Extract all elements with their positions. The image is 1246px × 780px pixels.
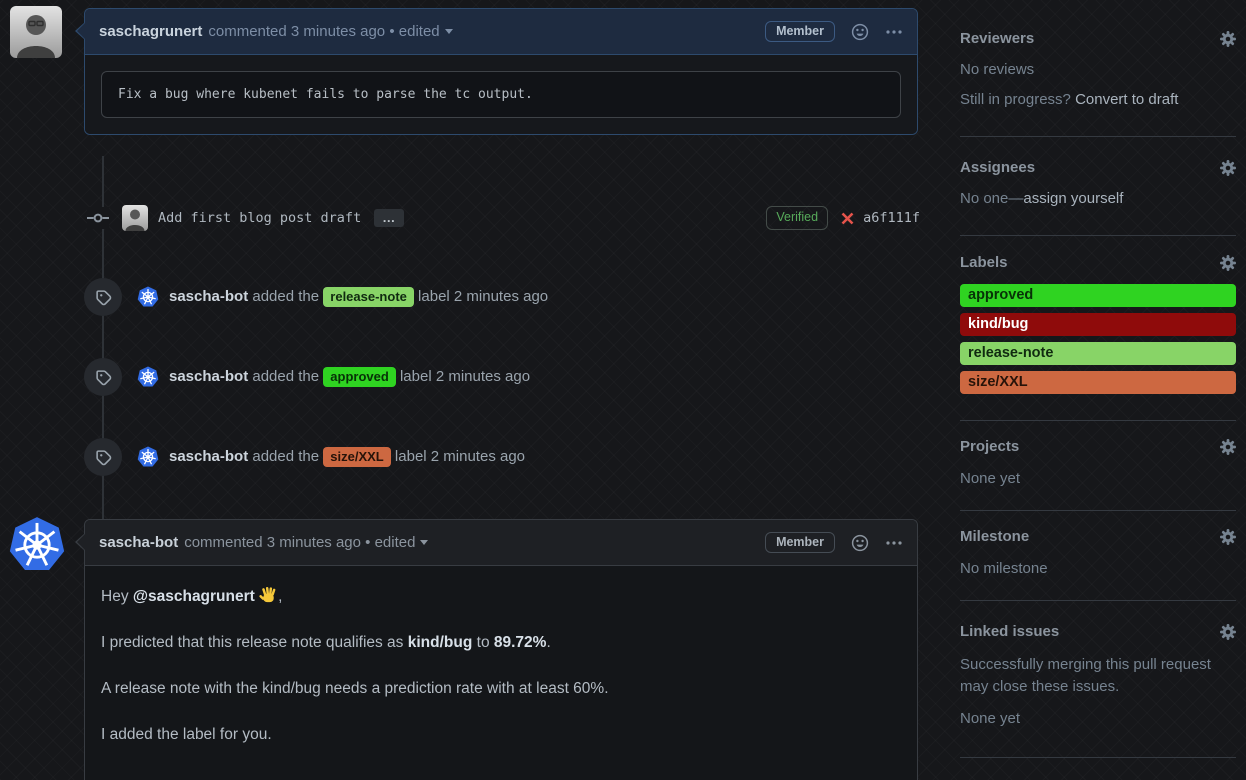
tag-icon <box>84 358 122 396</box>
pull-request-page: saschagrunert commented 3 minutes ago • … <box>0 0 1246 780</box>
release-note-code-block: Fix a bug where kubenet fails to parse t… <box>101 71 901 118</box>
chevron-down-icon[interactable] <box>420 540 428 545</box>
mention-link[interactable]: @saschagrunert <box>133 588 255 605</box>
commit-event: Add first blog post draft … Verified a6f… <box>84 203 920 233</box>
sidebar-section-milestone: Milestone No milestone <box>960 511 1236 601</box>
verified-badge[interactable]: Verified <box>766 206 828 230</box>
commit-author-avatar[interactable] <box>122 205 148 231</box>
linked-issues-none-text: None yet <box>960 710 1236 727</box>
smiley-icon <box>851 534 869 552</box>
comment-meta: commented 3 minutes ago • edited <box>208 23 439 40</box>
label-event: sascha-bot added the approved label 2 mi… <box>84 358 920 396</box>
label-pill[interactable]: size/XXL <box>323 447 390 467</box>
linked-issues-help-text: Successfully merging this pull request m… <box>960 654 1236 698</box>
sidebar-label-release-note[interactable]: release-note <box>960 342 1236 365</box>
convert-to-draft-line: Still in progress? Convert to draft <box>960 91 1236 108</box>
portrait-photo <box>10 6 62 58</box>
sidebar-label-approved[interactable]: approved <box>960 284 1236 307</box>
convert-to-draft-link[interactable]: Convert to draft <box>1075 91 1178 108</box>
gear-icon[interactable] <box>1220 160 1236 176</box>
labels-title: Labels <box>960 254 1008 271</box>
tag-icon <box>84 438 122 476</box>
avatar-saschagrunert[interactable] <box>10 6 62 58</box>
gear-icon[interactable] <box>1220 255 1236 271</box>
milestone-none-text: No milestone <box>960 560 1236 577</box>
member-badge: Member <box>765 532 835 553</box>
comment-body: Hey @saschagrunert , I predicted that th… <box>85 566 917 780</box>
projects-title: Projects <box>960 438 1019 455</box>
greeting-line: Hey @saschagrunert , <box>101 586 901 608</box>
actor-link[interactable]: sascha-bot <box>169 368 248 385</box>
sidebar-label-size-xxl[interactable]: size/XXL <box>960 371 1236 394</box>
gear-icon[interactable] <box>1220 31 1236 47</box>
kebab-menu-button[interactable] <box>885 29 903 35</box>
smiley-icon <box>851 23 869 41</box>
sascha-bot-avatar[interactable] <box>137 286 159 308</box>
closing-line: I added the label for you. <box>101 724 901 746</box>
sidebar-section-assignees: Assignees No one—assign yourself <box>960 137 1236 236</box>
author-link[interactable]: sascha-bot <box>99 534 178 551</box>
commit-message-link[interactable]: Add first blog post draft <box>158 210 361 226</box>
milestone-title: Milestone <box>960 528 1029 545</box>
prediction-line: I predicted that this release note quali… <box>101 632 901 654</box>
event-text: sascha-bot added the size/XXL label 2 mi… <box>169 447 525 467</box>
commit-sha-link[interactable]: a6f111f <box>863 210 920 226</box>
tag-icon <box>84 278 122 316</box>
comment-card-saschagrunert: saschagrunert commented 3 minutes ago • … <box>84 8 918 135</box>
label-event: sascha-bot added the release-note label … <box>84 278 920 316</box>
sascha-bot-avatar[interactable] <box>137 446 159 468</box>
label-pill[interactable]: release-note <box>323 287 414 307</box>
comment-header: saschagrunert commented 3 minutes ago • … <box>85 9 917 55</box>
actor-link[interactable]: sascha-bot <box>169 288 248 305</box>
assignees-title: Assignees <box>960 159 1035 176</box>
git-commit-icon <box>87 207 109 229</box>
kebab-icon <box>885 29 903 35</box>
status-failed-x-icon[interactable] <box>840 211 855 226</box>
gear-icon[interactable] <box>1220 439 1236 455</box>
author-link[interactable]: saschagrunert <box>99 23 202 40</box>
member-badge: Member <box>765 21 835 42</box>
sidebar-section-labels: Labels approved kind/bug release-note si… <box>960 236 1236 421</box>
no-reviews-text: No reviews <box>960 61 1236 78</box>
wave-emoji-icon <box>259 586 278 605</box>
sidebar-section-linked-issues: Linked issues Successfully merging this … <box>960 601 1236 758</box>
assign-yourself-link[interactable]: assign yourself <box>1023 190 1123 207</box>
sidebar-section-projects: Projects None yet <box>960 421 1236 511</box>
label-pill[interactable]: approved <box>323 367 396 387</box>
gear-icon[interactable] <box>1220 529 1236 545</box>
comment-header: sascha-bot commented 3 minutes ago • edi… <box>85 520 917 566</box>
rule-line: A release note with the kind/bug needs a… <box>101 678 901 700</box>
no-assignee-line: No one—assign yourself <box>960 190 1236 207</box>
timestamp[interactable]: 3 minutes ago <box>291 23 385 40</box>
sidebar: Reviewers No reviews Still in progress? … <box>960 0 1236 758</box>
comment-meta: commented 3 minutes ago • edited <box>184 534 415 551</box>
event-text: sascha-bot added the approved label 2 mi… <box>169 367 530 387</box>
kebab-menu-button[interactable] <box>885 540 903 546</box>
gear-icon[interactable] <box>1220 624 1236 640</box>
sidebar-section-reviewers: Reviewers No reviews Still in progress? … <box>960 0 1236 137</box>
edited-dropdown[interactable]: edited <box>375 534 416 551</box>
comment-body: Fix a bug where kubenet fails to parse t… <box>85 55 917 134</box>
emoji-reaction-button[interactable] <box>851 534 869 552</box>
chevron-down-icon[interactable] <box>445 29 453 34</box>
sidebar-label-kind-bug[interactable]: kind/bug <box>960 313 1236 336</box>
projects-none-text: None yet <box>960 470 1236 487</box>
commit-expand-button[interactable]: … <box>374 209 404 227</box>
sascha-bot-avatar[interactable] <box>137 366 159 388</box>
timestamp[interactable]: 3 minutes ago <box>267 534 361 551</box>
edited-dropdown[interactable]: edited <box>399 23 440 40</box>
avatar-sascha-bot[interactable] <box>8 516 66 574</box>
comment-card-sascha-bot: sascha-bot commented 3 minutes ago • edi… <box>84 519 918 780</box>
linked-issues-title: Linked issues <box>960 623 1059 640</box>
actor-link[interactable]: sascha-bot <box>169 448 248 465</box>
kebab-icon <box>885 540 903 546</box>
event-text: sascha-bot added the release-note label … <box>169 287 548 307</box>
label-event: sascha-bot added the size/XXL label 2 mi… <box>84 438 920 476</box>
reviewers-title: Reviewers <box>960 30 1034 47</box>
emoji-reaction-button[interactable] <box>851 23 869 41</box>
